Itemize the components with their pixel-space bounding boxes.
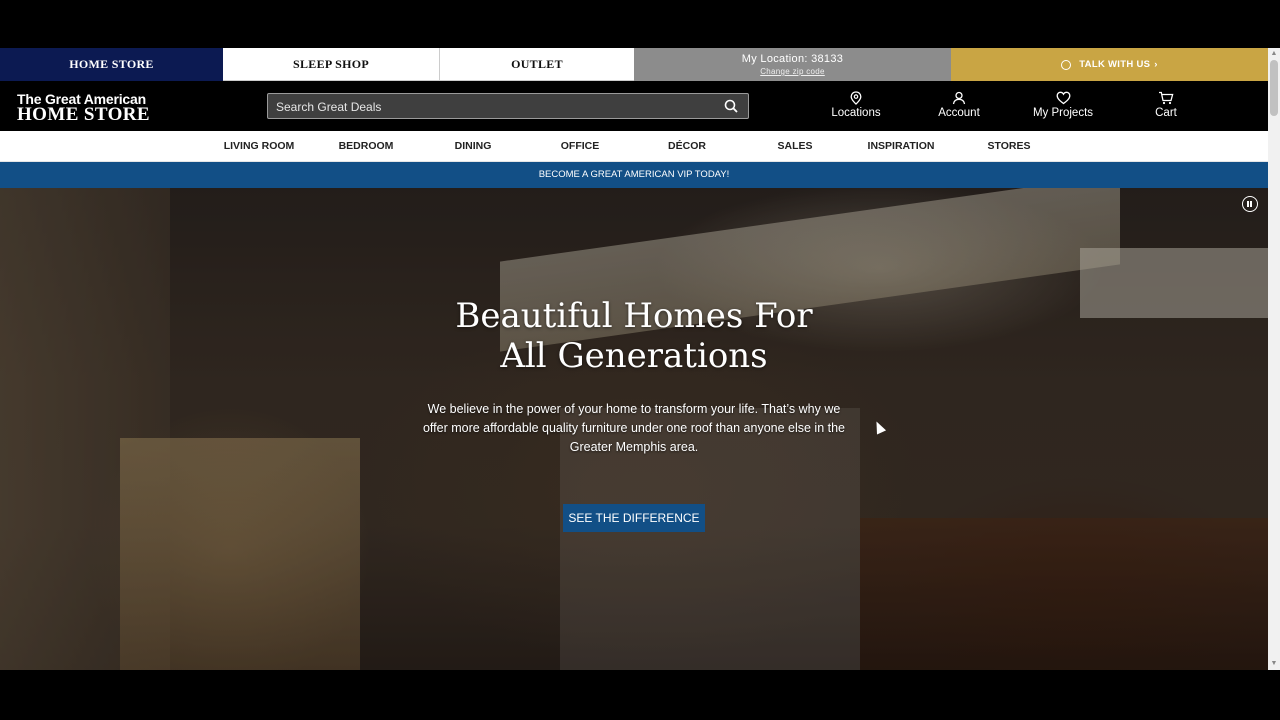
scrollbar-thumb[interactable] (1270, 60, 1278, 116)
heart-icon (1056, 91, 1070, 105)
logo-line-2: HOME STORE (17, 104, 150, 125)
tab-sleep-shop[interactable]: SLEEP SHOP (223, 48, 440, 81)
chat-bubble-icon (1061, 59, 1072, 70)
change-zip-link[interactable]: Change zip code (760, 67, 825, 76)
talk-label: TALK WITH US (1079, 59, 1151, 70)
account-label: Account (938, 107, 980, 119)
my-projects-link[interactable]: My Projects (1018, 91, 1108, 119)
tab-outlet[interactable]: OUTLET (440, 48, 634, 81)
site-header: The Great American HOME STORE Locations … (0, 81, 1268, 131)
see-the-difference-button[interactable]: SEE THE DIFFERENCE (563, 504, 705, 532)
locations-link[interactable]: Locations (811, 91, 901, 119)
search-input[interactable] (274, 97, 708, 117)
nav-bedroom[interactable]: BEDROOM (339, 131, 394, 162)
cart-icon (1159, 91, 1174, 105)
logo[interactable]: The Great American HOME STORE (17, 92, 150, 125)
page-scrollbar[interactable]: ▲ ▼ (1268, 48, 1280, 670)
my-projects-label: My Projects (1032, 107, 1094, 119)
my-location[interactable]: My Location: 38133 Change zip code (634, 48, 951, 81)
nav-decor[interactable]: DÉCOR (668, 131, 706, 162)
account-link[interactable]: Account (914, 91, 1004, 119)
search-icon[interactable] (724, 99, 738, 113)
talk-with-us-button[interactable]: TALK WITH US › (951, 48, 1268, 81)
nav-dining[interactable]: DINING (455, 131, 492, 162)
store-tabs: HOME STORE SLEEP SHOP OUTLET My Location… (0, 48, 1268, 81)
nav-stores[interactable]: STORES (988, 131, 1031, 162)
chevron-right-icon: › (1154, 59, 1158, 70)
web-page: HOME STORE SLEEP SHOP OUTLET My Location… (0, 48, 1268, 670)
tab-home-store[interactable]: HOME STORE (0, 48, 223, 81)
category-nav: LIVING ROOM BEDROOM DINING OFFICE DÉCOR … (0, 131, 1268, 162)
cart-label: Cart (1155, 107, 1177, 119)
vip-promo-banner[interactable]: BECOME A GREAT AMERICAN VIP TODAY! (0, 162, 1268, 188)
location-text: My Location: 38133 (741, 53, 844, 65)
hero-title-line-2: All Generations (500, 336, 768, 376)
hero-title: Beautiful Homes For All Generations (384, 296, 884, 376)
scroll-up-arrow-icon[interactable]: ▲ (1268, 48, 1280, 60)
hero-description: We believe in the power of your home to … (422, 402, 846, 454)
hero-video: Beautiful Homes For All Generations We b… (0, 188, 1268, 670)
search-box (267, 93, 749, 119)
scroll-down-arrow-icon[interactable]: ▼ (1268, 658, 1280, 670)
map-pin-icon (850, 91, 862, 105)
locations-label: Locations (831, 107, 881, 119)
nav-office[interactable]: OFFICE (561, 131, 600, 162)
nav-sales[interactable]: SALES (777, 131, 812, 162)
user-icon (952, 91, 966, 105)
cart-link[interactable]: Cart (1121, 91, 1211, 119)
nav-living-room[interactable]: LIVING ROOM (224, 131, 295, 162)
hero-title-line-1: Beautiful Homes For (455, 296, 813, 336)
nav-inspiration[interactable]: INSPIRATION (868, 131, 935, 162)
pause-video-button[interactable] (1242, 196, 1258, 212)
